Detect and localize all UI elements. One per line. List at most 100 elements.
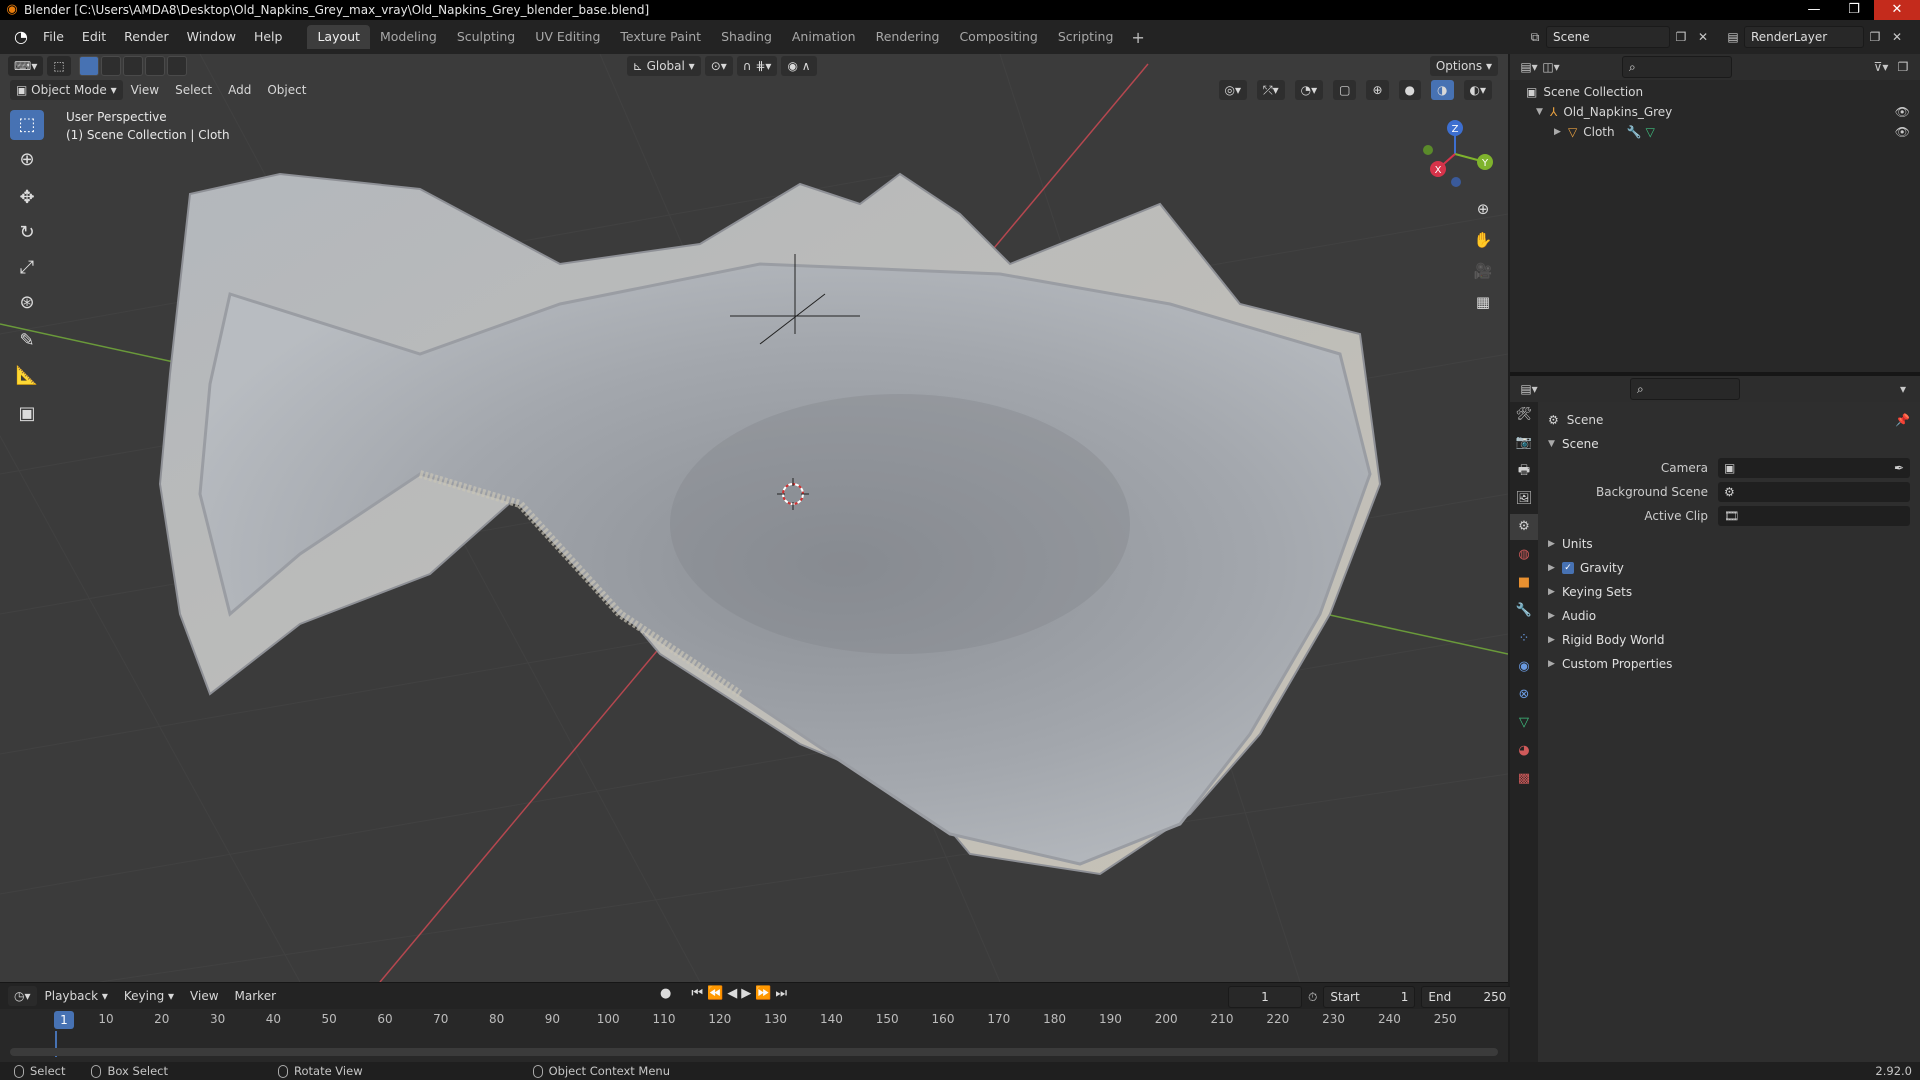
tab-data-icon[interactable]: ▽ xyxy=(1510,710,1538,736)
timeline-scrollbar[interactable] xyxy=(10,1048,1498,1056)
select-box-tool-icon[interactable]: ⬚ xyxy=(10,110,44,140)
shading-rendered-icon[interactable]: ◐▾ xyxy=(1463,80,1492,100)
collapse-caret-icon[interactable]: ▶ xyxy=(1554,127,1568,137)
add-cube-tool-icon[interactable]: ▣ xyxy=(10,399,44,429)
timeline-ruler[interactable]: 1 10 20 30 40 50 60 70 80 90 100 110 120 130 140 150 16… xyxy=(8,1009,1508,1031)
pin-icon[interactable]: 📌 xyxy=(1895,413,1910,427)
expand-caret-icon[interactable]: ▼ xyxy=(1536,107,1550,117)
filter-icon[interactable]: ⊽▾ xyxy=(1870,56,1892,78)
maximize-button[interactable]: ❐ xyxy=(1834,0,1874,20)
tab-render-icon[interactable]: 📷 xyxy=(1510,430,1538,456)
panel-scene[interactable]: ▼ Scene xyxy=(1538,432,1920,456)
navigation-gizmo[interactable]: Z Y X xyxy=(1410,114,1500,194)
tab-compositing[interactable]: Compositing xyxy=(949,25,1047,49)
tab-animation[interactable]: Animation xyxy=(782,25,866,49)
tab-scripting[interactable]: Scripting xyxy=(1048,25,1124,49)
perspective-grid-icon[interactable]: ▦ xyxy=(1470,289,1496,315)
add-workspace-button[interactable]: + xyxy=(1123,28,1152,47)
panel-units[interactable]: ▶ Units xyxy=(1538,532,1920,556)
panel-custom-properties[interactable]: ▶ Custom Properties xyxy=(1538,652,1920,676)
jump-start-icon[interactable]: ⏮ xyxy=(691,986,703,1001)
properties-panel[interactable]: ▤▾ ⌕ ▾ 🛠 📷 🖶 🖼 ⚙ ◍ ■ 🔧 ⁘ ◉ ⊗ ▽ ◕ ▩ ⚙ Sce… xyxy=(1510,376,1920,1062)
camera-field[interactable]: ▣ ✒ xyxy=(1718,458,1910,478)
scale-tool-icon[interactable]: ⤢ xyxy=(10,253,44,283)
menu-render[interactable]: Render xyxy=(115,20,178,54)
select-invert-icon[interactable] xyxy=(166,56,187,76)
mode-dropdown[interactable]: ▣ Object Mode ▾ xyxy=(10,80,123,100)
tab-shading[interactable]: Shading xyxy=(711,25,782,49)
tab-object-icon[interactable]: ■ xyxy=(1510,570,1538,596)
overlays-icon[interactable]: ◔▾ xyxy=(1294,80,1324,100)
shading-material-icon[interactable]: ◑ xyxy=(1431,80,1454,100)
outliner-search-input[interactable]: ⌕ xyxy=(1622,56,1732,78)
annotate-tool-icon[interactable]: ✎ xyxy=(10,326,44,356)
tab-texture-icon[interactable]: ▩ xyxy=(1510,766,1538,792)
view-layer-field[interactable]: RenderLayer xyxy=(1744,26,1864,48)
view-layer-icon[interactable]: ▤ xyxy=(1722,26,1744,48)
tab-modifiers-icon[interactable]: 🔧 xyxy=(1510,598,1538,624)
tab-sculpting[interactable]: Sculpting xyxy=(447,25,525,49)
tab-uv-editing[interactable]: UV Editing xyxy=(525,25,610,49)
3d-viewport[interactable]: ⌨▾ ⬚ ⊾ Global ▾ ⊙▾ ∩ ⋕▾ ◉ ∧ Options ▾ ▣ … xyxy=(0,54,1508,982)
new-scene-icon[interactable]: ❐ xyxy=(1670,26,1692,48)
outliner-panel[interactable]: ▤▾ ◫▾ ⌕ ⊽▾ ❐ ▣ Scene Collection ▼ ⅄ Old_… xyxy=(1510,54,1920,372)
tab-scene-icon[interactable]: ⚙ xyxy=(1510,514,1538,540)
tab-constraints-icon[interactable]: ⊗ xyxy=(1510,682,1538,708)
menu-playback[interactable]: Playback ▾ xyxy=(37,986,116,1006)
visibility-eye-icon[interactable]: 👁 xyxy=(1895,125,1910,139)
jump-keyframe-back-icon[interactable]: ⏪ xyxy=(707,986,723,1001)
outliner-item-old-napkins[interactable]: ▼ ⅄ Old_Napkins_Grey 👁 xyxy=(1510,102,1920,122)
xray-icon[interactable]: ▢ xyxy=(1333,80,1357,100)
properties-options-icon[interactable]: ▾ xyxy=(1892,378,1914,400)
current-frame-field[interactable]: 1 xyxy=(1228,986,1302,1008)
tab-physics-icon[interactable]: ◉ xyxy=(1510,654,1538,680)
play-reverse-icon[interactable]: ◀ xyxy=(727,986,737,1001)
panel-keying-sets[interactable]: ▶ Keying Sets xyxy=(1538,580,1920,604)
transform-orientation-dropdown[interactable]: ⊾ Global ▾ xyxy=(626,56,701,76)
eyedropper-icon[interactable]: ✒ xyxy=(1894,461,1904,475)
menu-object[interactable]: Object xyxy=(259,80,314,100)
move-tool-icon[interactable]: ✥ xyxy=(10,183,44,213)
pivot-point-icon[interactable]: ⊙▾ xyxy=(704,56,733,76)
gravity-checkbox[interactable]: ✓ xyxy=(1562,562,1574,574)
end-frame-field[interactable]: End 250 xyxy=(1421,986,1514,1008)
background-scene-field[interactable]: ⚙ xyxy=(1718,482,1910,502)
jump-keyframe-forward-icon[interactable]: ⏩ xyxy=(755,986,771,1001)
start-frame-field[interactable]: Start 1 xyxy=(1323,986,1416,1008)
blender-logo-icon[interactable]: ◔ xyxy=(8,27,34,47)
play-icon[interactable]: ▶ xyxy=(741,986,751,1001)
options-dropdown[interactable]: Options ▾ xyxy=(1429,56,1498,76)
record-icon[interactable]: ● xyxy=(660,986,671,1001)
menu-view[interactable]: View xyxy=(123,80,167,100)
active-clip-field[interactable]: 🎞 xyxy=(1718,506,1910,526)
editor-type-icon[interactable]: ⌨▾ xyxy=(8,56,44,76)
menu-marker[interactable]: Marker xyxy=(227,986,284,1006)
display-mode-icon[interactable]: ◫▾ xyxy=(1540,56,1562,78)
menu-window[interactable]: Window xyxy=(178,20,245,54)
new-view-layer-icon[interactable]: ❐ xyxy=(1864,26,1886,48)
tab-rendering[interactable]: Rendering xyxy=(866,25,950,49)
timeline-editor[interactable]: ◷▾ Playback ▾ Keying ▾ View Marker ● ⏮ ⏪… xyxy=(0,982,1514,1062)
stopwatch-icon[interactable]: ⏱ xyxy=(1308,990,1317,1005)
select-new-icon[interactable] xyxy=(78,56,99,76)
tab-layout[interactable]: Layout xyxy=(307,25,370,49)
panel-rigid-body-world[interactable]: ▶ Rigid Body World xyxy=(1538,628,1920,652)
tab-output-icon[interactable]: 🖶 xyxy=(1510,458,1538,484)
tab-world-icon[interactable]: ◍ xyxy=(1510,542,1538,568)
gizmo-toggle-icon[interactable]: ⤱▾ xyxy=(1257,80,1285,100)
tab-texture-paint[interactable]: Texture Paint xyxy=(610,25,711,49)
pan-hand-icon[interactable]: ✋ xyxy=(1470,227,1496,253)
tool-select-icon[interactable]: ⬚ xyxy=(47,56,71,76)
tab-modeling[interactable]: Modeling xyxy=(370,25,447,49)
timeline-editor-type-icon[interactable]: ◷▾ xyxy=(8,986,37,1006)
jump-end-icon[interactable]: ⏭ xyxy=(775,986,787,1001)
menu-file[interactable]: File xyxy=(34,20,73,54)
select-subtract-icon[interactable] xyxy=(122,56,143,76)
visibility-icon[interactable]: ◎▾ xyxy=(1218,80,1247,100)
outliner-item-cloth[interactable]: ▶ ▽ Cloth 🔧 ▽ 👁 xyxy=(1510,122,1920,142)
delete-view-layer-icon[interactable]: ✕ xyxy=(1886,26,1908,48)
properties-editor-type-icon[interactable]: ▤▾ xyxy=(1518,378,1540,400)
outliner-root[interactable]: ▣ Scene Collection xyxy=(1510,82,1920,102)
zoom-icon[interactable]: ⊕ xyxy=(1470,196,1496,222)
camera-view-icon[interactable]: 🎥 xyxy=(1470,258,1496,284)
